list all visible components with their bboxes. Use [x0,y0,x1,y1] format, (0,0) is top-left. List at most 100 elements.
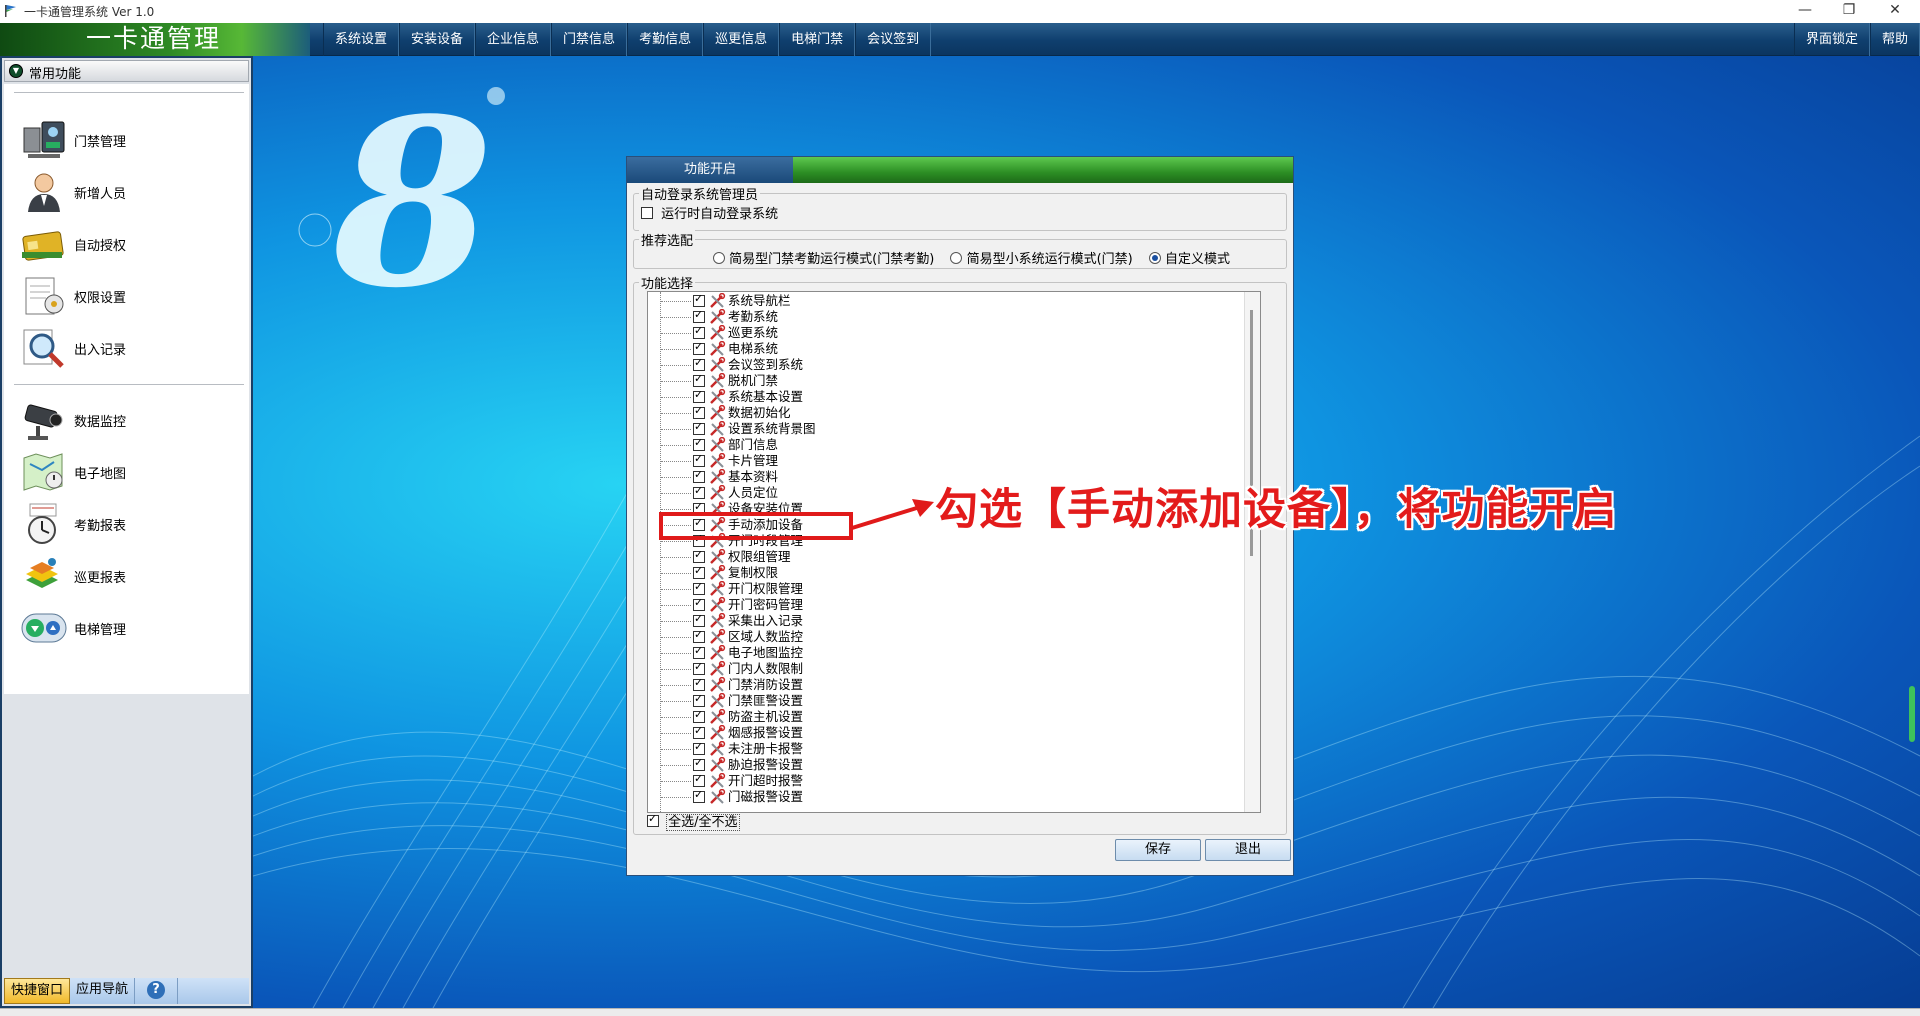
function-checkbox[interactable] [693,596,705,611]
tree-row[interactable]: 烟感报警设置 [648,724,1228,741]
preset-option-small-system[interactable]: 简易型小系统运行模式(门禁) [950,250,1133,267]
menu-company-info[interactable]: 企业信息 [475,23,552,56]
function-checkbox[interactable] [693,308,705,323]
function-checkbox[interactable] [693,692,705,707]
preset-option-custom[interactable]: 自定义模式 [1148,250,1230,267]
tab-quick-window[interactable]: 快捷窗口 [4,978,71,1004]
sidebar-item-auto-authorize[interactable]: 自动授权 [20,220,240,268]
sidebar-item-attendance-report[interactable]: 考勤报表 [20,500,240,548]
menu-elevator-access[interactable]: 电梯门禁 [779,23,856,56]
menu-access-info[interactable]: 门禁信息 [551,23,628,56]
minimize-button[interactable]: — [1782,0,1828,23]
function-checkbox[interactable] [693,468,705,483]
exit-button[interactable]: 退出 [1205,839,1291,861]
function-checkbox[interactable] [693,564,705,579]
sidebar-item-access-control[interactable]: 门禁管理 [20,116,240,164]
restore-button[interactable]: ❐ [1826,0,1872,23]
function-checkbox[interactable] [693,788,705,803]
tree-row[interactable]: 部门信息 [648,436,1228,453]
tree-row[interactable]: 防盗主机设置 [648,708,1228,725]
tree-row[interactable]: 未注册卡报警 [648,740,1228,757]
help-button[interactable]: ? [135,978,179,1004]
tree-row[interactable]: 开门密码管理 [648,596,1228,613]
function-checkbox[interactable] [693,628,705,643]
tree-connector [661,605,691,606]
menu-help[interactable]: 帮助 [1869,23,1920,56]
function-checkbox[interactable] [693,404,705,419]
tree-row[interactable]: 门禁匪警设置 [648,692,1228,709]
tree-row[interactable]: 门内人数限制 [648,660,1228,677]
tab-function-enable[interactable]: 功能开启 [627,157,793,183]
function-checkbox[interactable] [693,612,705,627]
tree-row[interactable]: 权限组管理 [648,548,1228,565]
save-button[interactable]: 保存 [1115,839,1201,861]
menu-meeting-signin[interactable]: 会议签到 [855,23,932,56]
function-checkbox[interactable] [693,356,705,371]
tree-row[interactable]: 电梯系统 [648,340,1228,357]
tree-row[interactable]: 考勤系统 [648,308,1228,325]
sidebar-item-patrol-report[interactable]: 巡更报表 [20,552,240,600]
radio-button[interactable] [713,251,725,264]
function-checkbox[interactable] [693,452,705,467]
tree-row[interactable]: 复制权限 [648,564,1228,581]
function-checkbox[interactable] [693,740,705,755]
autologin-checkbox-row[interactable]: 运行时自动登录系统 [641,203,778,222]
function-checkbox[interactable] [693,420,705,435]
tab-app-navigation[interactable]: 应用导航 [70,978,136,1004]
select-all-checkbox[interactable] [647,812,659,827]
menu-install-devices[interactable]: 安装设备 [399,23,476,56]
collapse-icon[interactable]: ▼ [9,64,23,78]
function-checkbox[interactable] [693,724,705,739]
tree-row[interactable]: 会议签到系统 [648,356,1228,373]
tree-row[interactable]: 胁迫报警设置 [648,756,1228,773]
menu-attendance-info[interactable]: 考勤信息 [627,23,704,56]
tree-row[interactable]: 数据初始化 [648,404,1228,421]
function-checkbox[interactable] [693,772,705,787]
tree-connector [661,461,691,462]
tree-row[interactable]: 脱机门禁 [648,372,1228,389]
sidebar-item-electronic-map[interactable]: 电子地图 [20,448,240,496]
tree-row[interactable]: 开门权限管理 [648,580,1228,597]
close-button[interactable]: ✕ [1872,0,1918,23]
function-checkbox[interactable] [693,340,705,355]
function-checkbox[interactable] [693,372,705,387]
sidebar-item-access-records[interactable]: 出入记录 [20,324,240,372]
function-checkbox[interactable] [693,708,705,723]
function-checkbox[interactable] [693,580,705,595]
function-checkbox[interactable] [693,388,705,403]
tree-row[interactable]: 系统导航栏 [648,292,1228,309]
tree-row[interactable]: 门磁报警设置 [648,788,1228,805]
sidebar-item-permission-settings[interactable]: 权限设置 [20,272,240,320]
sidebar-item-data-monitoring[interactable]: 数据监控 [20,396,240,444]
function-checkbox[interactable] [693,436,705,451]
function-checkbox[interactable] [693,676,705,691]
function-checkbox[interactable] [693,292,705,307]
function-checkbox[interactable] [693,644,705,659]
radio-button-selected[interactable] [1148,251,1161,264]
sidebar-item-add-person[interactable]: 新增人员 [20,168,240,216]
tree-row[interactable]: 设置系统背景图 [648,420,1228,437]
menu-patrol-info[interactable]: 巡更信息 [703,23,780,56]
function-checkbox[interactable] [693,324,705,339]
function-checkbox[interactable] [693,484,705,499]
tree-row[interactable]: 门禁消防设置 [648,676,1228,693]
menu-lock-screen[interactable]: 界面锁定 [1793,23,1870,56]
tree-row[interactable]: 巡更系统 [648,324,1228,341]
function-checkbox[interactable] [693,548,705,563]
select-all-row[interactable]: 全选/全不选 [647,811,740,831]
tree-row[interactable]: 电子地图监控 [648,644,1228,661]
function-checkbox[interactable] [693,756,705,771]
preset-option-attendance[interactable]: 简易型门禁考勤运行模式(门禁考勤) [713,250,934,267]
autologin-checkbox[interactable] [641,206,653,219]
tree-row[interactable]: 卡片管理 [648,452,1228,469]
sidebar-item-elevator-management[interactable]: 电梯管理 [20,604,240,652]
tree-row[interactable]: 开门超时报警 [648,772,1228,789]
function-checkbox[interactable] [693,660,705,675]
menu-system-settings[interactable]: 系统设置 [323,23,400,56]
tree-scrollbar[interactable] [1244,292,1260,812]
sidebar-header[interactable]: ▼ 常用功能 [4,60,249,82]
tree-row[interactable]: 系统基本设置 [648,388,1228,405]
tree-row[interactable]: 采集出入记录 [648,612,1228,629]
tree-row[interactable]: 区域人数监控 [648,628,1228,645]
radio-button[interactable] [950,251,963,264]
